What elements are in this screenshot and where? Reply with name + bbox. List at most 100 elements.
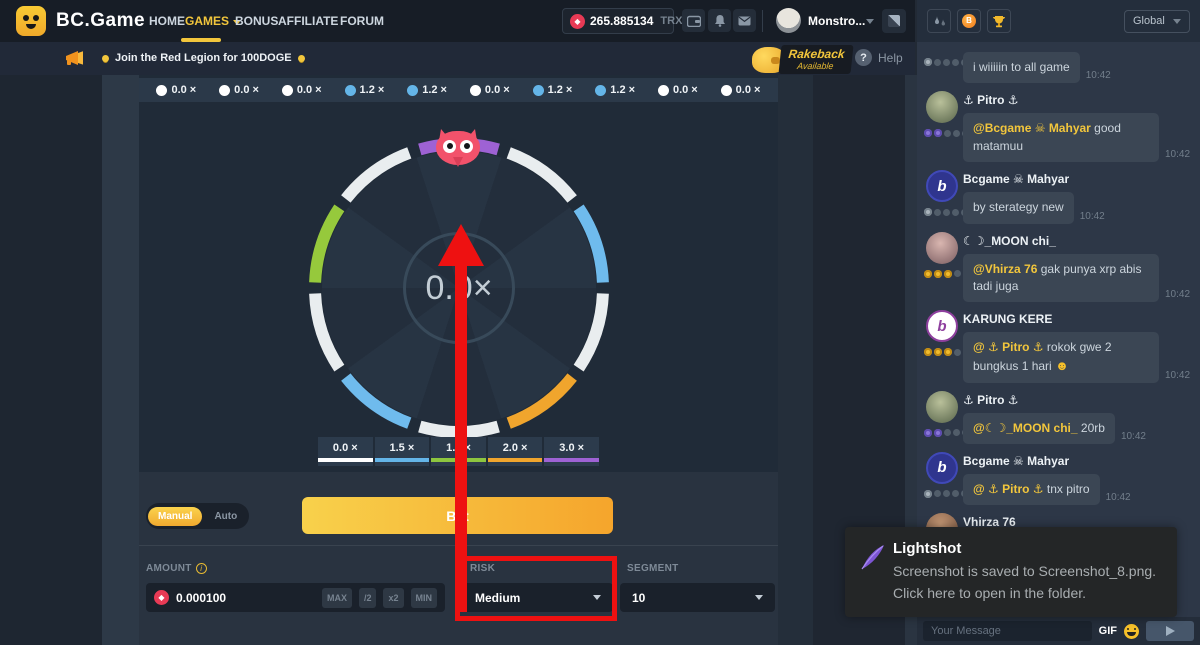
help-button[interactable]: ? Help: [855, 49, 903, 66]
mention-text[interactable]: @Vhirza 76: [973, 262, 1037, 276]
result-value: 0.0 ×: [485, 84, 510, 96]
chat-username[interactable]: Bcgame ☠ Mahyar: [963, 172, 1192, 186]
result-chip: 0.0 ×: [470, 84, 510, 96]
user-avatar[interactable]: [776, 8, 801, 33]
result-dot-icon: [595, 85, 606, 96]
nav-item-bonus[interactable]: BONUS: [235, 0, 278, 42]
result-dot-icon: [470, 85, 481, 96]
brand-name[interactable]: BC.Game: [56, 10, 145, 32]
mention-text[interactable]: @☾☽_MOON chi_: [973, 421, 1078, 435]
result-value: 1.2 ×: [422, 84, 447, 96]
level-badge-icon: [924, 429, 932, 437]
brand-logo-icon[interactable]: [16, 6, 46, 36]
info-icon[interactable]: i: [196, 563, 207, 574]
chat-message: ⚓ Pitro ⚓@Bcgame ☠ Mahyar good matamuu10…: [921, 91, 1192, 162]
nav-item-affiliate[interactable]: AFFILIATE: [278, 0, 338, 42]
balance-pill[interactable]: ◆ 265.885134 TRX: [562, 8, 674, 34]
rain-icon: [933, 15, 946, 28]
rakeback-title: Rakeback: [788, 47, 846, 61]
user-caret-icon[interactable]: [866, 19, 874, 24]
username[interactable]: Monstro...: [808, 14, 865, 28]
result-chip: 0.0 ×: [219, 84, 259, 96]
level-badge-icon: [924, 270, 932, 278]
min-button[interactable]: MIN: [411, 588, 438, 608]
chat-username[interactable]: ⚓ Pitro ⚓: [963, 393, 1192, 407]
message-time: 10:42: [1121, 431, 1146, 444]
chat-username[interactable]: ⚓ Pitro ⚓: [963, 93, 1192, 107]
gif-button[interactable]: GIF: [1099, 625, 1117, 637]
level-badge-icon: [952, 59, 959, 66]
chat-message-meta: [921, 52, 963, 83]
rain-button[interactable]: [927, 9, 951, 33]
rakeback-badge[interactable]: Rakeback Available: [752, 45, 852, 74]
result-value: 0.0 ×: [736, 84, 761, 96]
help-icon: ?: [855, 49, 872, 66]
messages-button[interactable]: [733, 9, 756, 32]
nav-item-home[interactable]: HOME: [149, 0, 185, 42]
chat-message: b Bcgame ☠ Mahyar @ ⚓ Pitro ⚓ tnx pitro10:…: [921, 452, 1192, 505]
level-badge-icon: [934, 348, 942, 356]
auto-tab[interactable]: Auto: [204, 507, 247, 526]
legend-colorbar: [544, 458, 599, 462]
legend-label: 3.0 ×: [544, 442, 599, 454]
level-badge-icon: [934, 270, 942, 278]
chat-message-meta: [921, 232, 963, 303]
chat-avatar[interactable]: [926, 391, 958, 423]
segment-select[interactable]: 10: [620, 583, 775, 612]
result-value: 0.0 ×: [234, 84, 259, 96]
chat-avatar[interactable]: b: [926, 170, 958, 202]
mention-text[interactable]: @ ⚓ Pitro ⚓: [973, 340, 1044, 354]
level-badge-icon: [953, 429, 960, 436]
notifications-button[interactable]: [708, 9, 731, 32]
coin-drop-button[interactable]: B: [957, 9, 981, 33]
half-button[interactable]: /2: [359, 588, 377, 608]
message-time: 10:42: [1165, 370, 1190, 383]
nav-item-games[interactable]: GAMES: [185, 0, 241, 42]
layout-toggle-button[interactable]: [882, 9, 906, 33]
manual-tab[interactable]: Manual: [148, 507, 202, 526]
send-button[interactable]: [1146, 621, 1194, 641]
nav-item-forum[interactable]: FORUM: [340, 0, 384, 42]
chat-avatar[interactable]: [926, 91, 958, 123]
lightshot-toast[interactable]: Lightshot Screenshot is saved to Screens…: [845, 527, 1177, 617]
level-badge-icon: [954, 270, 961, 277]
mention-text[interactable]: @Bcgame ☠ Mahyar: [973, 121, 1091, 135]
level-badge-icon: [944, 348, 952, 356]
contest-button[interactable]: [987, 9, 1011, 33]
chat-avatar[interactable]: b: [926, 310, 958, 342]
chat-message-line: @ ⚓ Pitro ⚓ rokok gwe 2 bungkus 1 hari ☻…: [963, 332, 1192, 382]
games-active-underline: [181, 38, 221, 42]
level-badge-icon: [934, 129, 942, 137]
amount-input-group: ◆ MAX /2 x2 MIN: [146, 583, 445, 612]
announcement-message[interactable]: Join the Red Legion for 100DOGE: [96, 52, 311, 64]
result-chip: 0.0 ×: [156, 84, 196, 96]
chat-username[interactable]: ☾☽_MOON chi_: [963, 234, 1192, 248]
mid-gutter: [778, 75, 813, 645]
segment-value: 10: [632, 591, 645, 605]
message-bubble: by sterategy new: [963, 192, 1074, 223]
result-value: 0.0 ×: [673, 84, 698, 96]
legend-chip: 2.0 ×: [488, 437, 543, 466]
chat-username[interactable]: Bcgame ☠ Mahyar: [963, 454, 1192, 468]
chat-message-line: @ ⚓ Pitro ⚓ tnx pitro10:42: [963, 474, 1192, 505]
amount-label: AMOUNT: [146, 563, 192, 574]
result-dot-icon: [658, 85, 669, 96]
max-button[interactable]: MAX: [322, 588, 352, 608]
wallet-button[interactable]: [682, 9, 705, 32]
channel-select[interactable]: Global: [1124, 10, 1190, 33]
result-value: 0.0 ×: [297, 84, 322, 96]
chat-message: ☾☽_MOON chi_@Vhirza 76 gak punya xrp abi…: [921, 232, 1192, 303]
chat-username[interactable]: KARUNG KERE: [963, 312, 1192, 326]
message-input[interactable]: [923, 621, 1092, 641]
message-time: 10:42: [1106, 492, 1131, 505]
mention-text[interactable]: @ ⚓ Pitro ⚓: [973, 482, 1044, 496]
amount-input[interactable]: [176, 591, 315, 605]
emoji-button[interactable]: [1124, 624, 1139, 639]
chat-avatar[interactable]: b: [926, 452, 958, 484]
chat-avatar[interactable]: [926, 232, 958, 264]
legend-label: 2.0 ×: [488, 442, 543, 454]
level-badge-icon: [934, 429, 942, 437]
message-bubble: i wiiiiin to all game: [963, 52, 1080, 83]
result-dot-icon: [282, 85, 293, 96]
double-button[interactable]: x2: [383, 588, 403, 608]
